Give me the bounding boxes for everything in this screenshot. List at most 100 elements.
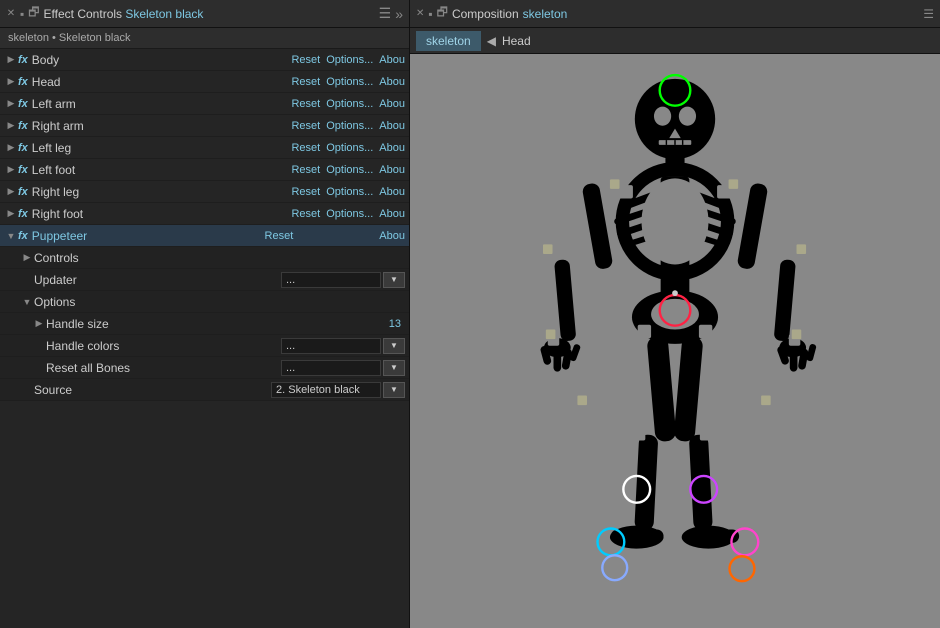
about-head[interactable]: Abou: [379, 76, 405, 88]
updater-dropdown[interactable]: ... ▼: [281, 272, 405, 288]
fx-badge-right-foot: fx: [18, 208, 28, 220]
fx-badge-head: fx: [18, 76, 28, 88]
effect-row-puppeteer[interactable]: ▼ fx Puppeteer Reset Abou: [0, 225, 409, 247]
about-body[interactable]: Abou: [379, 54, 405, 66]
expand-arrow-right-leg[interactable]: ▶: [4, 185, 18, 199]
handle-colors-row[interactable]: Handle colors ... ▼: [0, 335, 409, 357]
effect-row-head[interactable]: ▶ fx Head Reset Options... Abou: [0, 71, 409, 93]
skeleton-tab[interactable]: skeleton: [416, 31, 481, 51]
options-left-leg[interactable]: Options...: [326, 142, 373, 154]
expand-arrow-handle-size[interactable]: ▶: [32, 317, 46, 331]
effect-row-right-leg[interactable]: ▶ fx Right leg Reset Options... Abou: [0, 181, 409, 203]
reset-left-arm[interactable]: Reset: [291, 98, 320, 110]
reset-right-leg[interactable]: Reset: [291, 186, 320, 198]
about-right-foot[interactable]: Abou: [379, 208, 405, 220]
comp-close-button[interactable]: ✕: [416, 8, 424, 19]
source-dropdown-btn[interactable]: ▼: [383, 382, 405, 398]
handle-colors-dropdown-btn[interactable]: ▼: [383, 338, 405, 354]
expand-arrow-right-foot[interactable]: ▶: [4, 207, 18, 221]
expand-arrow-head[interactable]: ▶: [4, 75, 18, 89]
effect-controls-header: ✕ ▪ 🗗 Effect Controls Skeleton black ☰ »: [0, 0, 409, 28]
expand-arrow-options[interactable]: ▼: [20, 295, 34, 309]
fx-badge-right-arm: fx: [18, 120, 28, 132]
fx-badge-left-leg: fx: [18, 142, 28, 154]
left-panel: ✕ ▪ 🗗 Effect Controls Skeleton black ☰ »…: [0, 0, 410, 628]
options-label: Options: [34, 295, 405, 309]
reset-all-bones-dropdown[interactable]: ... ▼: [281, 360, 405, 376]
effect-name-left-foot: Left foot: [32, 163, 292, 177]
options-right-arm[interactable]: Options...: [326, 120, 373, 132]
updater-value: ...: [281, 272, 381, 288]
source-row[interactable]: Source 2. Skeleton black ▼: [0, 379, 409, 401]
comp-lock-icon: ▪: [428, 7, 432, 21]
reset-body[interactable]: Reset: [291, 54, 320, 66]
options-right-foot[interactable]: Options...: [326, 208, 373, 220]
effect-row-body[interactable]: ▶ fx Body Reset Options... Abou: [0, 49, 409, 71]
about-left-leg[interactable]: Abou: [379, 142, 405, 154]
about-right-arm[interactable]: Abou: [379, 120, 405, 132]
panels-row: ✕ ▪ 🗗 Effect Controls Skeleton black ☰ »…: [0, 0, 940, 628]
about-right-leg[interactable]: Abou: [379, 186, 405, 198]
options-head[interactable]: Options...: [326, 76, 373, 88]
reset-right-foot[interactable]: Reset: [291, 208, 320, 220]
handle-size-row[interactable]: ▶ Handle size 13: [0, 313, 409, 335]
panel-menu-button[interactable]: ☰: [379, 5, 392, 22]
handle-colors-dropdown[interactable]: ... ▼: [281, 338, 405, 354]
options-body[interactable]: Options...: [326, 54, 373, 66]
updater-dropdown-btn[interactable]: ▼: [383, 272, 405, 288]
reset-all-bones-row[interactable]: Reset all Bones ... ▼: [0, 357, 409, 379]
options-right-leg[interactable]: Options...: [326, 186, 373, 198]
save-icon: ▪: [20, 7, 24, 21]
options-left-arm[interactable]: Options...: [326, 98, 373, 110]
updater-row[interactable]: Updater ... ▼: [0, 269, 409, 291]
effect-name-right-leg: Right leg: [32, 185, 292, 199]
effect-row-left-arm[interactable]: ▶ fx Left arm Reset Options... Abou: [0, 93, 409, 115]
about-puppeteer[interactable]: Abou: [379, 230, 405, 242]
effect-row-left-foot[interactable]: ▶ fx Left foot Reset Options... Abou: [0, 159, 409, 181]
panel-title: Effect Controls Skeleton black: [44, 7, 375, 21]
expand-arrow-left-leg[interactable]: ▶: [4, 141, 18, 155]
options-left-foot[interactable]: Options...: [326, 164, 373, 176]
handle-colors-value: ...: [281, 338, 381, 354]
comp-doc-icon: 🗗: [437, 3, 448, 24]
effects-list[interactable]: ▶ fx Body Reset Options... Abou ▶ fx Hea…: [0, 49, 409, 628]
reset-head[interactable]: Reset: [291, 76, 320, 88]
expand-arrow-right-arm[interactable]: ▶: [4, 119, 18, 133]
about-left-arm[interactable]: Abou: [379, 98, 405, 110]
reset-all-bones-dropdown-btn[interactable]: ▼: [383, 360, 405, 376]
reset-puppeteer[interactable]: Reset: [265, 230, 294, 242]
controls-row[interactable]: ▶ Controls: [0, 247, 409, 269]
effect-row-left-leg[interactable]: ▶ fx Left leg Reset Options... Abou: [0, 137, 409, 159]
doc-icon: 🗗: [28, 3, 39, 24]
close-button[interactable]: ✕: [6, 9, 16, 19]
source-dropdown[interactable]: 2. Skeleton black ▼: [271, 382, 405, 398]
fx-badge-right-leg: fx: [18, 186, 28, 198]
fx-badge-body: fx: [18, 54, 28, 66]
effect-row-right-foot[interactable]: ▶ fx Right foot Reset Options... Abou: [0, 203, 409, 225]
effect-name-puppeteer: Puppeteer: [32, 229, 265, 243]
options-row[interactable]: ▼ Options: [0, 291, 409, 313]
handle-size-label: Handle size: [46, 317, 389, 331]
nav-arrow-right[interactable]: ◀: [487, 34, 496, 48]
puppeteer-section: ▶ Controls Updater ... ▼ ▼ Options: [0, 247, 409, 401]
composition-label: Composition: [452, 7, 519, 21]
about-left-foot[interactable]: Abou: [379, 164, 405, 176]
reset-left-foot[interactable]: Reset: [291, 164, 320, 176]
reset-all-bones-value: ...: [281, 360, 381, 376]
updater-label: Updater: [34, 273, 281, 287]
reset-right-arm[interactable]: Reset: [291, 120, 320, 132]
expand-arrow-controls[interactable]: ▶: [20, 251, 34, 265]
reset-left-leg[interactable]: Reset: [291, 142, 320, 154]
effect-name-right-arm: Right arm: [32, 119, 292, 133]
fx-badge-left-foot: fx: [18, 164, 28, 176]
composition-viewport: [410, 54, 940, 628]
fx-badge-left-arm: fx: [18, 98, 28, 110]
expand-arrow-left-foot[interactable]: ▶: [4, 163, 18, 177]
comp-tab-bar: skeleton ◀ Head: [410, 28, 940, 54]
comp-menu-button[interactable]: ☰: [923, 7, 934, 21]
panel-expand-button[interactable]: »: [395, 6, 403, 22]
expand-arrow-body[interactable]: ▶: [4, 53, 18, 67]
expand-arrow-left-arm[interactable]: ▶: [4, 97, 18, 111]
effect-row-right-arm[interactable]: ▶ fx Right arm Reset Options... Abou: [0, 115, 409, 137]
expand-arrow-puppeteer[interactable]: ▼: [4, 229, 18, 243]
